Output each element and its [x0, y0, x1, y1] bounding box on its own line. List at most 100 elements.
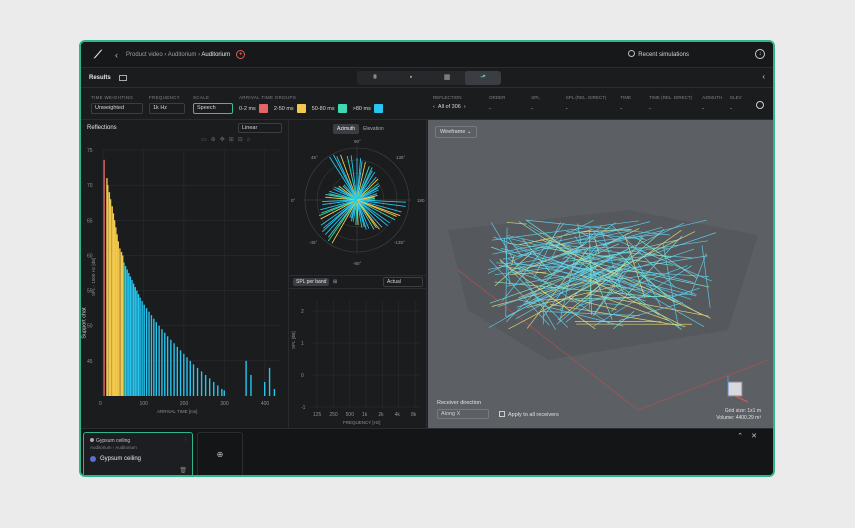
- results-bar: Results ⩩ ▪ ▦ ⬏ ‹: [81, 68, 773, 88]
- reflection-bar: [196, 367, 199, 396]
- apply-all-checkbox[interactable]: Apply to all receivers: [499, 410, 559, 418]
- reflection-bar: [137, 294, 140, 396]
- scale-dropdown[interactable]: Linear: [238, 123, 282, 133]
- reflection-bar: [153, 318, 155, 396]
- tab-grid[interactable]: ▦: [429, 71, 465, 85]
- reflection-bar: [111, 206, 113, 396]
- reflection-bar: [250, 374, 252, 396]
- x-tick-label: 4k: [395, 412, 401, 418]
- polar-label-45: 45°: [311, 155, 318, 160]
- reflection-bar: [136, 290, 138, 396]
- spl-icon[interactable]: ⊞: [333, 279, 337, 285]
- frequency-select[interactable]: 1k Hz: [149, 103, 185, 114]
- polar-label-0: 0°: [291, 198, 296, 203]
- recent-label: Recent simulations: [638, 52, 689, 58]
- spl-title[interactable]: SPL per band: [293, 278, 330, 286]
- close-icon[interactable]: ✕: [751, 433, 765, 440]
- group-toggle[interactable]: [296, 104, 306, 113]
- group-label: 0-2 ms: [239, 105, 256, 112]
- grid-info: Grid size: 1x1 m Volume: 4400.29 m³: [716, 408, 761, 422]
- y-tick-label: 65: [87, 218, 93, 224]
- time-weighting-caption: TIME WEIGHTING: [91, 95, 134, 100]
- reflection-bar: [186, 357, 188, 396]
- tab-reflections[interactable]: ⬏: [465, 71, 501, 85]
- x-tick-label: 500: [346, 412, 355, 418]
- back-icon[interactable]: ‹: [115, 50, 118, 60]
- material-path: Auditorium › Auditorium: [90, 445, 137, 450]
- x-tick-label: 100: [139, 401, 148, 407]
- collapse-icon[interactable]: ‹: [762, 72, 765, 81]
- top-bar: ⟋ ‹ Product video › Auditorium › Auditor…: [81, 42, 773, 68]
- 3d-viewport[interactable]: Wireframe ⌄ Receiver direction Along X A…: [428, 120, 773, 428]
- reflection-bar: [122, 255, 124, 396]
- breadcrumb: Product video › Auditorium › Auditorium: [126, 51, 231, 58]
- recent-simulations-button[interactable]: Recent simulations: [628, 50, 689, 58]
- x-tick-label: 400: [261, 401, 270, 407]
- breadcrumb-model[interactable]: Auditorium: [168, 52, 197, 58]
- tab-chart[interactable]: ⩩: [357, 71, 393, 85]
- reflection-bar: [120, 251, 123, 396]
- metric: TIME (REL. DIRECT) -: [649, 95, 693, 112]
- group-toggle[interactable]: [258, 104, 268, 113]
- reflection-bar: [223, 390, 225, 396]
- reflection-bar: [132, 283, 135, 396]
- material-header: Gypsum ceiling: [90, 438, 130, 444]
- receiver-select[interactable]: Along X: [437, 409, 489, 419]
- reflections-chart[interactable]: 757065605550450 100 200 300 400ARRIVAL TIME …: [81, 136, 289, 428]
- reflection-bar: [119, 248, 121, 396]
- reflection-bar: [189, 360, 191, 396]
- tab-azimuth[interactable]: Azimuth: [333, 124, 360, 134]
- reflection-bar: [129, 276, 132, 396]
- material-name: Gypsum ceiling: [90, 456, 141, 462]
- layout-icon[interactable]: [118, 74, 127, 81]
- spl-mode-select[interactable]: Actual: [383, 277, 423, 287]
- polar-label-m90: -90°: [353, 261, 362, 266]
- add-material-button[interactable]: ⊕: [197, 432, 243, 475]
- reflection-bar: [192, 364, 195, 396]
- expand-icon[interactable]: ⌃: [737, 433, 751, 440]
- more-icon[interactable]: ⋮: [183, 437, 188, 443]
- reflection-bar: [217, 385, 219, 396]
- reflection-bar: [170, 339, 172, 396]
- tray-controls: ⌃✕: [737, 432, 765, 440]
- y-tick-label: 2: [301, 309, 304, 315]
- analysis-panel: Azimuth Elevation 90° 180 0° -90° 45° 13…: [289, 120, 427, 428]
- reflection-metrics: ORDER - SPL - SPL (REL. DIRECT) - TIME - TIM…: [489, 95, 742, 112]
- results-label: Results: [89, 74, 111, 81]
- download-icon[interactable]: ↓: [755, 49, 765, 59]
- x-tick-label: 200: [180, 401, 189, 407]
- reflection-bar: [158, 325, 160, 396]
- time-weighting-select[interactable]: Unweighted: [91, 103, 143, 114]
- tab-lock[interactable]: ▪: [393, 71, 429, 85]
- next-icon[interactable]: ›: [464, 104, 466, 110]
- group-toggle[interactable]: [337, 104, 347, 113]
- tab-elevation[interactable]: Elevation: [359, 124, 388, 134]
- reflection-bar: [112, 213, 115, 396]
- trash-icon[interactable]: 🗑: [179, 467, 187, 474]
- reflection-bar: [123, 262, 125, 396]
- group-label: 2-50 ms: [273, 105, 294, 112]
- reflection-bar: [173, 343, 175, 396]
- reflection-bar: [264, 381, 266, 396]
- metric: SPL -: [531, 95, 540, 112]
- group-toggle[interactable]: [373, 104, 383, 113]
- reflection-selector: REFLECTION ‹ All of 306 ›: [433, 95, 466, 110]
- y-tick-label: 0: [301, 373, 304, 379]
- x-tick-label: 0: [99, 401, 102, 407]
- prev-icon[interactable]: ‹: [433, 104, 435, 110]
- reflections-panel: Reflections Linear ▭⊕✥⊞⊟⌂ Support chat 7…: [81, 120, 289, 428]
- material-card[interactable]: Gypsum ceiling Auditorium › Auditorium G…: [83, 432, 193, 475]
- reflection-bar: [221, 388, 223, 396]
- polar-plot[interactable]: 90° 180 0° -90° 45° 135° -45° -135°: [289, 134, 427, 274]
- reflection-bar: [204, 374, 207, 396]
- scale-select[interactable]: Speech: [193, 103, 233, 114]
- y-tick-label: 1: [301, 341, 304, 347]
- spl-bar: SPL per band ⊞ Actual: [289, 275, 427, 289]
- reset-icon[interactable]: [756, 101, 764, 109]
- materials-tray: Gypsum ceiling Auditorium › Auditorium G…: [81, 428, 773, 475]
- record-icon[interactable]: ●: [236, 50, 246, 59]
- logo-icon[interactable]: ⟋: [91, 48, 105, 62]
- reflection-bar: [273, 388, 276, 396]
- breadcrumb-project[interactable]: Product video: [126, 52, 163, 58]
- group-label: >80 ms: [352, 105, 371, 112]
